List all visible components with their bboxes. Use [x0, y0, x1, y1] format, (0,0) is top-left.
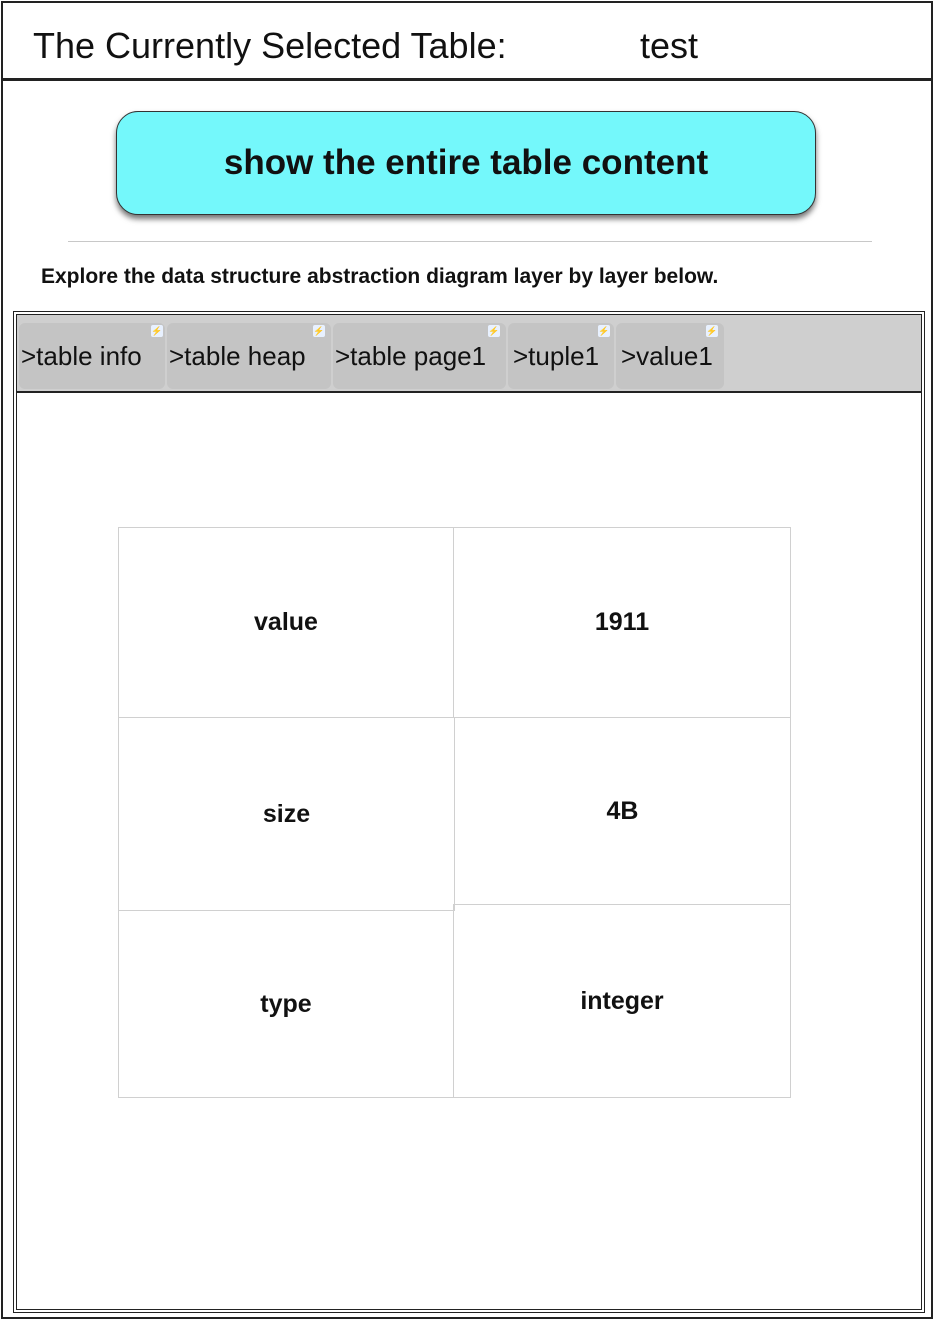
- tab-bar: >table info ⚡ >table heap ⚡ >table page1…: [17, 315, 921, 393]
- value-label-cell: value: [118, 527, 454, 718]
- lightning-icon: ⚡: [598, 325, 610, 337]
- lightning-icon: ⚡: [488, 325, 500, 337]
- tab-table-page1[interactable]: >table page1 ⚡: [333, 323, 506, 389]
- type-cell: integer: [453, 904, 791, 1098]
- tab-table-info[interactable]: >table info ⚡: [19, 323, 165, 389]
- tab-value1[interactable]: >value1 ⚡: [616, 323, 724, 389]
- tab-label: >value1: [621, 340, 713, 371]
- tab-tuple1[interactable]: >tuple1 ⚡: [508, 323, 614, 389]
- tab-label: >tuple1: [513, 340, 600, 371]
- lightning-icon: ⚡: [313, 325, 325, 337]
- tab-label: >table info: [21, 340, 142, 371]
- size-label-cell: size: [118, 717, 455, 911]
- lightning-icon: ⚡: [151, 325, 163, 337]
- explore-instructions: Explore the data structure abstraction d…: [41, 265, 719, 288]
- selected-table-name: test: [640, 25, 699, 66]
- divider: [68, 241, 872, 242]
- type-label-cell: type: [118, 910, 454, 1098]
- value-cell: 1911: [453, 527, 791, 718]
- tab-label: >table page1: [335, 340, 487, 371]
- show-entire-table-button[interactable]: show the entire table content: [116, 111, 816, 215]
- header: The Currently Selected Table: test: [3, 3, 931, 81]
- size-cell: 4B: [454, 717, 791, 905]
- page-frame: The Currently Selected Table: test show …: [1, 1, 933, 1319]
- tab-table-heap[interactable]: >table heap ⚡: [167, 323, 331, 389]
- lightning-icon: ⚡: [706, 325, 718, 337]
- value-detail-table: value 1911 size 4B type integer: [118, 527, 791, 1098]
- page-title: The Currently Selected Table:: [33, 25, 507, 66]
- tab-label: >table heap: [169, 340, 306, 371]
- structure-panel: >table info ⚡ >table heap ⚡ >table page1…: [13, 311, 925, 1313]
